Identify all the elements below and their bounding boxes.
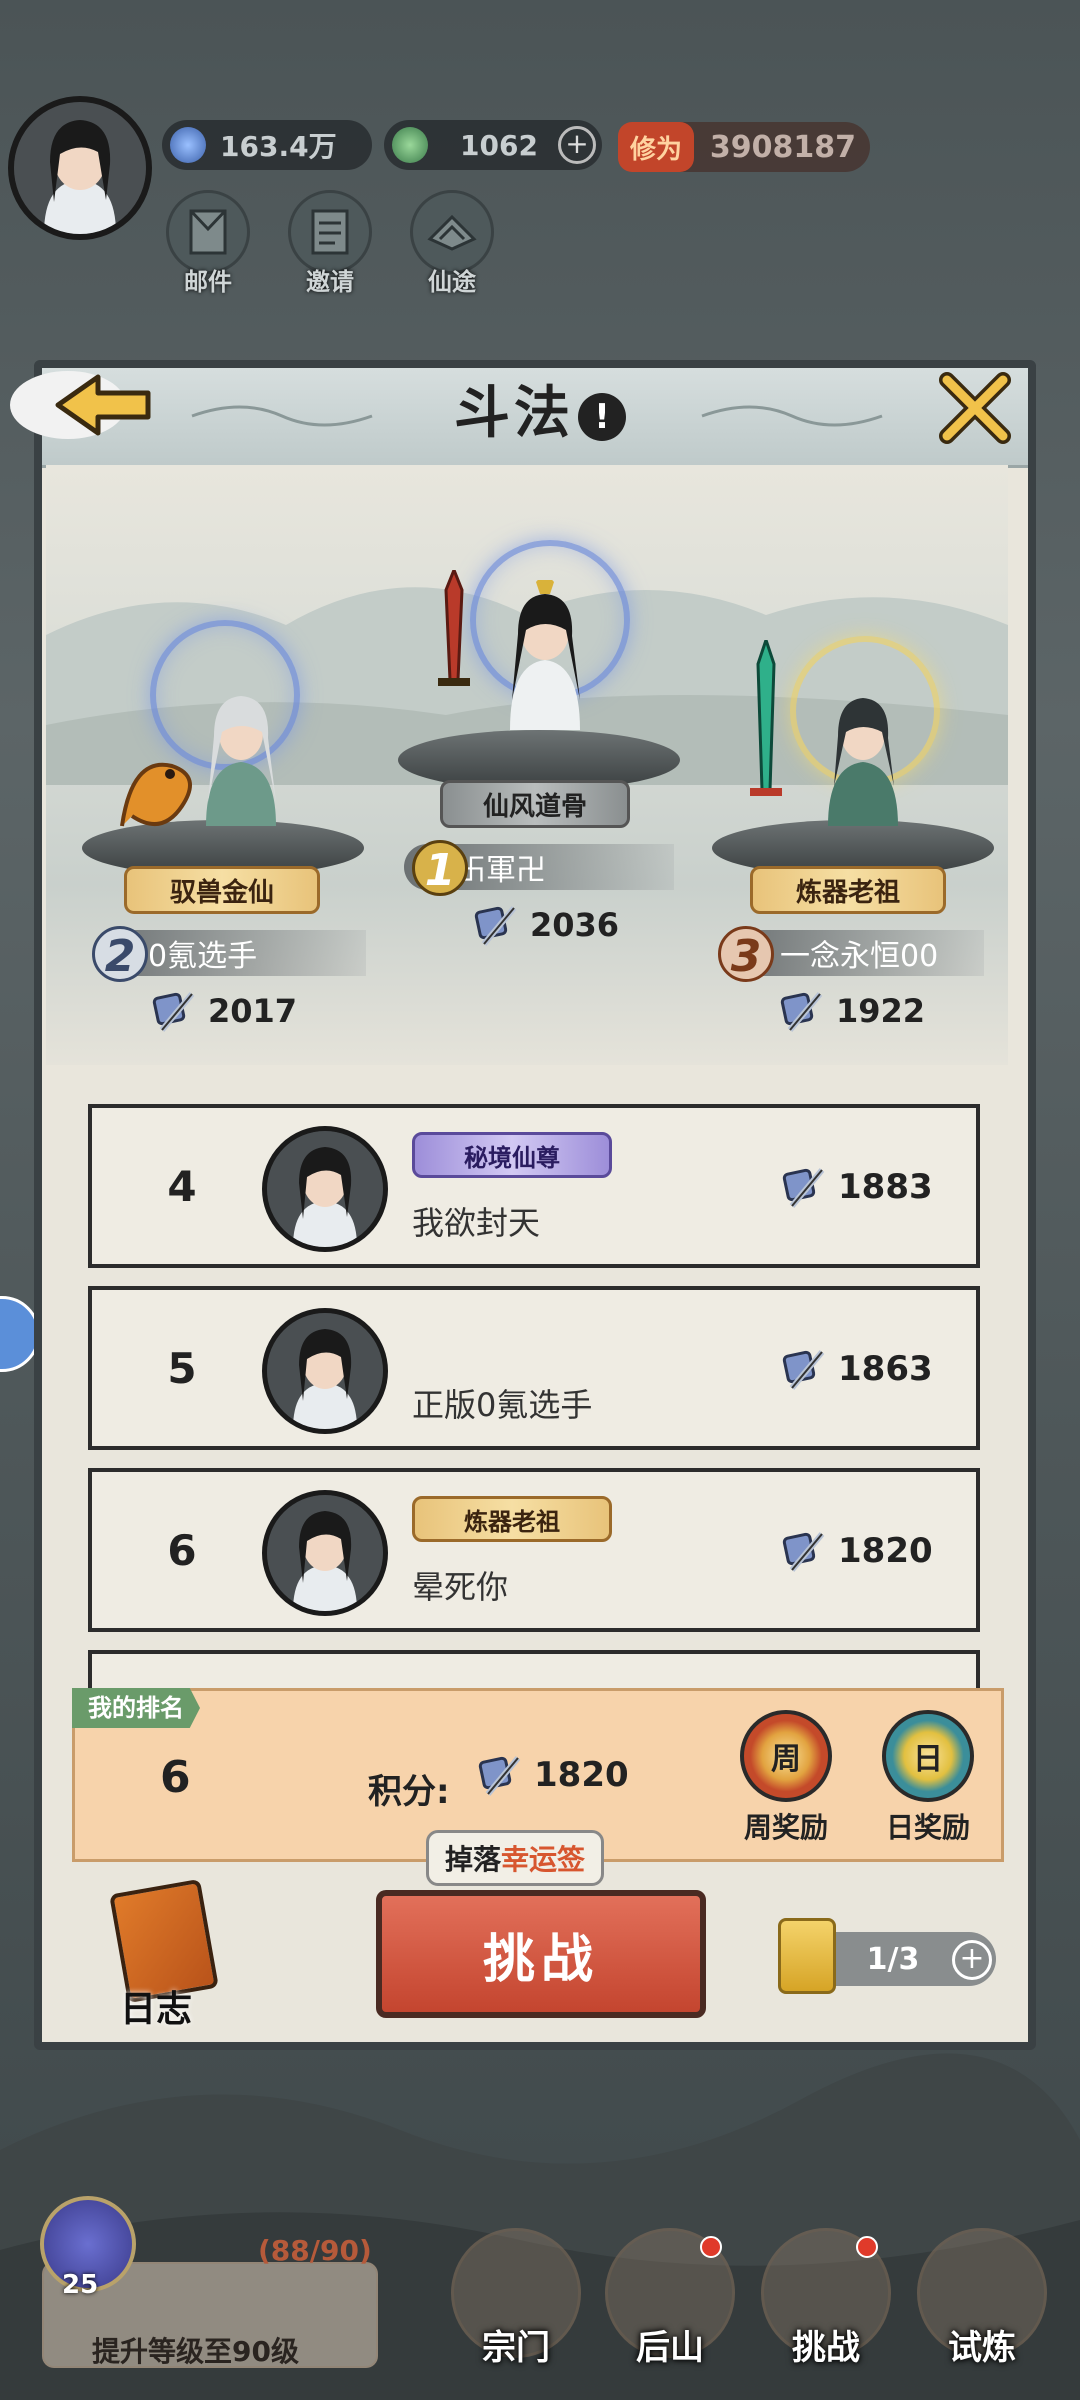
panel-title: 斗法!	[0, 368, 1080, 449]
invite-button[interactable]: 邀请	[288, 190, 372, 297]
daily-reward-button[interactable]: 日 日奖励	[878, 1710, 978, 1846]
my-score-label: 积分:	[368, 1772, 450, 1812]
row-avatar[interactable]	[262, 1490, 388, 1616]
add-tickets-button[interactable]: +	[952, 1940, 992, 1980]
second-place-title-banner: 驭兽金仙	[124, 866, 320, 914]
first-place-rank: 1	[412, 840, 468, 896]
quest-level: 25	[62, 2270, 99, 2300]
row-rank: 6	[167, 1526, 197, 1575]
row-rank: 4	[167, 1162, 197, 1211]
close-button[interactable]	[935, 368, 1015, 448]
score-sword-icon	[782, 1350, 825, 1390]
nav-challenge-label: 挑战	[792, 2328, 860, 2368]
second-place-score: 2017	[152, 988, 297, 1034]
row-player-name: 我欲封天	[412, 1204, 541, 1242]
weekly-chest-icon: 周	[740, 1710, 832, 1802]
first-place-score-value: 2036	[530, 906, 620, 944]
player-avatar[interactable]	[8, 96, 152, 240]
row-score: 1883	[782, 1164, 933, 1210]
nav-trial[interactable]: 试炼	[912, 2228, 1052, 2368]
quest-text: 提升等级至90级	[92, 2335, 299, 2368]
drop-tip-highlight: 幸运签	[501, 1843, 586, 1876]
third-place-character[interactable]	[808, 676, 918, 826]
tickets-value: 1/3	[866, 1941, 920, 1977]
add-jade-button[interactable]: +	[558, 126, 596, 164]
daily-chest-icon: 日	[882, 1710, 974, 1802]
score-sword-icon	[782, 1532, 825, 1572]
score-sword-icon	[782, 1168, 825, 1208]
spirit-stone-value: 163.4万	[220, 130, 337, 163]
ranking-row-partial[interactable]	[88, 1650, 980, 1690]
row-player-name: 晕死你	[412, 1568, 509, 1606]
nav-trial-label: 试炼	[948, 2328, 1016, 2368]
row-score: 1820	[782, 1528, 933, 1574]
row-rank: 5	[167, 1344, 197, 1393]
mail-label: 邮件	[184, 268, 232, 296]
row-title-tag: 秘境仙尊	[412, 1132, 612, 1178]
score-sword-icon	[152, 992, 195, 1032]
row-score-value: 1883	[838, 1167, 933, 1207]
row-score-value: 1863	[838, 1349, 933, 1389]
ranking-row[interactable]: 6 炼器老祖 晕死你 1820	[88, 1468, 980, 1632]
ranking-list[interactable]: 4 秘境仙尊 我欲封天 1883 5 正版0氪选手 1863 6 炼器老祖 晕死…	[70, 1090, 996, 1690]
score-sword-icon	[478, 1756, 521, 1796]
daily-reward-label: 日奖励	[885, 1811, 970, 1844]
ticket-icon	[778, 1918, 836, 1994]
nav-backmountain-label: 后山	[636, 2328, 704, 2368]
path-button[interactable]: 仙途	[410, 190, 494, 297]
panel-title-text: 斗法	[454, 381, 574, 446]
third-place-rank: 3	[718, 926, 774, 982]
weekly-reward-label: 周奖励	[743, 1811, 828, 1844]
row-title-tag: 炼器老祖	[412, 1496, 612, 1542]
score-sword-icon	[474, 906, 517, 946]
third-place-sword-icon	[750, 640, 782, 796]
weekly-reward-button[interactable]: 周 周奖励	[736, 1710, 836, 1846]
third-place-score-value: 1922	[836, 992, 926, 1030]
second-place-score-value: 2017	[208, 992, 298, 1030]
first-place-title-banner: 仙风道骨	[440, 780, 630, 828]
mail-button[interactable]: 邮件	[166, 190, 250, 297]
first-place-score: 2036	[474, 902, 619, 948]
cultivation-badge: 修为	[618, 122, 694, 172]
row-avatar[interactable]	[262, 1308, 388, 1434]
my-rank-value: 6	[160, 1752, 191, 1803]
nav-sect-label: 宗门	[482, 2328, 550, 2368]
close-icon	[939, 372, 1011, 444]
ranking-row[interactable]: 4 秘境仙尊 我欲封天 1883	[88, 1104, 980, 1268]
drop-tip: 掉落 幸运签	[426, 1830, 605, 1886]
spirit-stone-counter: 163.4万	[162, 120, 372, 170]
my-score: 1820	[478, 1752, 629, 1798]
first-place-sword-icon	[438, 570, 470, 686]
second-place-rank: 2	[92, 926, 148, 982]
cultivation-counter: 3908187	[680, 122, 870, 172]
third-place-score: 1922	[780, 988, 925, 1034]
challenge-notification-dot	[856, 2236, 878, 2258]
invite-label: 邀请	[306, 268, 354, 296]
info-icon[interactable]: !	[578, 392, 626, 441]
backmountain-notification-dot	[700, 2236, 722, 2258]
my-score-value: 1820	[534, 1755, 629, 1795]
path-label: 仙途	[428, 268, 476, 296]
third-place-title-banner: 炼器老祖	[750, 866, 946, 914]
cultivation-value: 3908187	[709, 129, 856, 165]
row-player-name: 正版0氪选手	[412, 1386, 593, 1424]
row-avatar[interactable]	[262, 1126, 388, 1252]
jade-icon	[392, 127, 428, 163]
first-place-character[interactable]	[490, 572, 600, 730]
nav-sect[interactable]: 宗门	[446, 2228, 586, 2368]
score-sword-icon	[780, 992, 823, 1032]
drop-tip-prefix: 掉落	[445, 1843, 502, 1876]
spirit-stone-icon	[170, 127, 206, 163]
row-score-value: 1820	[838, 1531, 933, 1571]
log-label: 日志	[120, 1989, 193, 2030]
jade-value: 1062	[460, 128, 538, 162]
dragon-pet-icon	[120, 762, 192, 827]
challenge-button[interactable]: 挑战	[376, 1890, 706, 2018]
my-rank-label: 我的排名	[72, 1688, 200, 1728]
row-score: 1863	[782, 1346, 933, 1392]
ranking-row[interactable]: 5 正版0氪选手 1863	[88, 1286, 980, 1450]
quest-progress: (88/90)	[258, 2234, 372, 2267]
